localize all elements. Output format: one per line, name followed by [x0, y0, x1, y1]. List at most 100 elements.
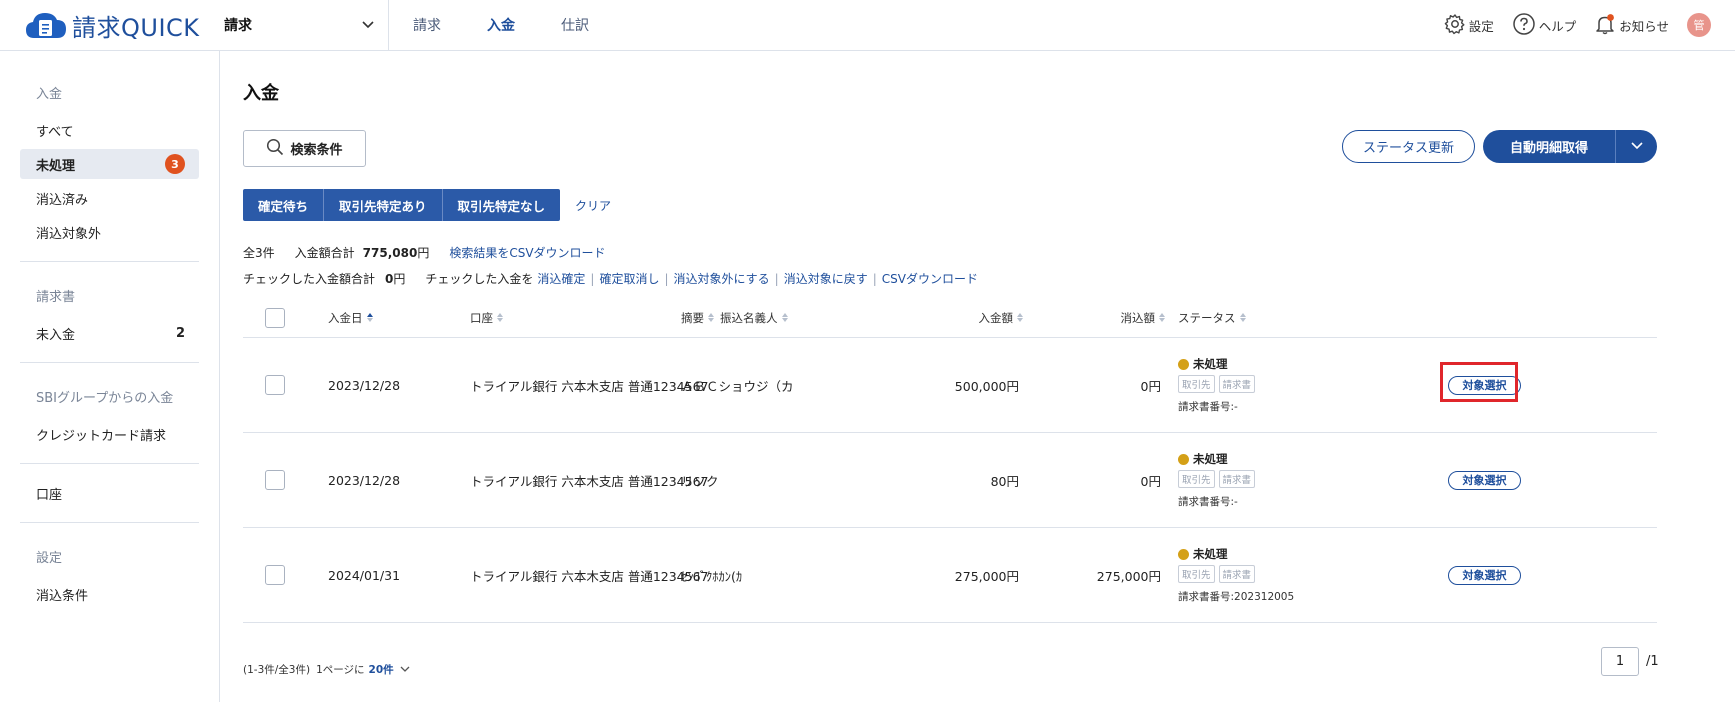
- status-tags: 取引先 請求書: [1178, 375, 1259, 393]
- result-range: (1-3件/全3件): [243, 664, 311, 676]
- sidebar-heading: 請求書: [36, 289, 76, 305]
- select-target-button[interactable]: 対象選択: [1448, 470, 1521, 490]
- page-number-input[interactable]: [1601, 647, 1639, 676]
- date-cell: 2023/12/28: [328, 472, 401, 488]
- filter-tab-pending[interactable]: 確定待ち: [243, 189, 325, 221]
- select-target-button[interactable]: 対象選択: [1448, 565, 1521, 585]
- nav-payment[interactable]: 入金: [487, 15, 541, 35]
- tag-invoice: 請求書: [1218, 470, 1256, 488]
- search-button-label: 検索条件: [290, 143, 343, 158]
- csv-download-link[interactable]: 検索結果をCSVダウンロード: [449, 244, 605, 261]
- auto-fetch-button[interactable]: 自動明細取得: [1483, 130, 1615, 163]
- action-cell: 対象選択: [1448, 528, 1521, 622]
- status-cell: 未処理 取引先 請求書 請求書番号:202312005: [1178, 528, 1294, 622]
- account-cell: トライアル銀行 六本木支店 普通1234567: [470, 473, 709, 489]
- settings-button[interactable]: 設定: [1444, 13, 1494, 38]
- checked-amount-unit: 円: [393, 272, 406, 286]
- per-page-select[interactable]: 20件: [369, 662, 394, 677]
- column-status[interactable]: ステータス: [1178, 298, 1246, 337]
- clear-filter-link[interactable]: クリア: [575, 197, 611, 214]
- column-memo[interactable]: 摘要: [681, 298, 714, 337]
- column-memo-label: 摘要: [681, 310, 704, 325]
- action-cancel-confirm[interactable]: 確定取消し: [599, 270, 659, 287]
- cleared-cell: 0円: [1140, 473, 1161, 489]
- product-select-value: 請求: [224, 18, 252, 34]
- sidebar-heading: SBIグループからの入金: [36, 390, 174, 406]
- row-checkbox[interactable]: [265, 565, 285, 585]
- select-all-cell: [265, 298, 285, 337]
- status-cell: 未処理 取引先 請求書 請求書番号:-: [1178, 338, 1259, 432]
- account-cell: トライアル銀行 六本木支店 普通1234567: [470, 568, 709, 584]
- column-cleared-label: 消込額: [1120, 310, 1156, 325]
- separator: |: [872, 271, 877, 286]
- notices-label: お知らせ: [1619, 18, 1669, 34]
- nav-invoice[interactable]: 請求: [413, 15, 467, 35]
- column-account[interactable]: 口座: [470, 298, 503, 337]
- column-payer[interactable]: 振込名義人: [720, 298, 788, 337]
- action-csv-download[interactable]: CSVダウンロード: [882, 270, 978, 287]
- select-all-checkbox[interactable]: [265, 307, 285, 328]
- auto-fetch-group: 自動明細取得: [1483, 130, 1657, 163]
- column-payer-label: 振込名義人: [720, 310, 778, 325]
- filter-tab-partner-unidentified[interactable]: 取引先特定なし: [442, 189, 561, 221]
- column-date[interactable]: 入金日: [328, 298, 373, 337]
- action-exclude[interactable]: 消込対象外にする: [674, 270, 770, 287]
- row-checkbox[interactable]: [265, 470, 285, 490]
- auto-fetch-dropdown[interactable]: [1615, 130, 1657, 163]
- product-select[interactable]: 請求: [224, 15, 374, 35]
- avatar[interactable]: 管: [1687, 13, 1711, 37]
- cloud-document-icon: [24, 10, 68, 40]
- sidebar-item-credit-card[interactable]: クレジットカード請求: [20, 419, 199, 449]
- amount-label: 入金額合計: [294, 246, 355, 260]
- sidebar-divider: [20, 362, 199, 363]
- status-tags: 取引先 請求書: [1178, 565, 1259, 583]
- status-update-button[interactable]: ステータス更新: [1342, 130, 1475, 163]
- column-amount[interactable]: 入金額: [933, 298, 1023, 337]
- tag-partner: 取引先: [1178, 470, 1215, 488]
- chevron-down-icon: [1630, 139, 1643, 154]
- sidebar-item-label: 消込済み: [36, 192, 89, 208]
- sidebar-item-unpaid[interactable]: 未入金 2: [20, 318, 199, 348]
- sidebar-item-accounts[interactable]: 口座: [20, 478, 199, 508]
- action-confirm-clearing[interactable]: 消込確定: [537, 270, 585, 287]
- help-button[interactable]: ヘルプ: [1512, 12, 1576, 39]
- tag-partner: 取引先: [1178, 565, 1215, 583]
- status-label: 未処理: [1193, 452, 1228, 466]
- sidebar-item-label: 消込対象外: [36, 226, 102, 242]
- sidebar-section-settings: 設定 消込条件: [0, 537, 219, 609]
- date-cell: 2023/12/28: [328, 377, 401, 393]
- nav-journal[interactable]: 仕訳: [561, 15, 615, 35]
- per-page-label: 1ページに: [316, 664, 365, 676]
- sidebar-item-unprocessed[interactable]: 未処理 3: [20, 149, 199, 179]
- summary-totals: 全3件 入金額合計 775,080 円 検索結果をCSVダウンロード: [243, 244, 606, 261]
- sidebar-item-label: 消込条件: [36, 588, 89, 604]
- filter-tab-partner-identified[interactable]: 取引先特定あり: [324, 189, 443, 221]
- action-restore[interactable]: 消込対象に戻す: [784, 270, 868, 287]
- row-checkbox-cell: [265, 528, 285, 622]
- header-divider: [388, 0, 389, 51]
- logo[interactable]: 請求QUICK: [24, 8, 199, 43]
- sidebar-item-clearing-rules[interactable]: 消込条件: [20, 579, 199, 609]
- column-cleared[interactable]: 消込額: [1063, 298, 1165, 337]
- payer-cell: ｾﾝｺﾞｸﾎｶﾝ(ｶ: [681, 568, 743, 584]
- status-line: 未処理: [1178, 546, 1228, 562]
- sort-icon: [708, 313, 714, 322]
- checked-amount-label: チェックした入金額合計: [243, 272, 376, 286]
- payer-cell: ＡＢＣショウジ（カ: [681, 378, 794, 394]
- sidebar-item-excluded[interactable]: 消込対象外: [20, 217, 199, 247]
- status-cell: 未処理 取引先 請求書 請求書番号:-: [1178, 433, 1259, 527]
- sidebar-item-cleared[interactable]: 消込済み: [20, 183, 199, 213]
- search-conditions-button[interactable]: 検索条件: [243, 130, 366, 167]
- row-checkbox[interactable]: [265, 375, 285, 395]
- status-dot-icon: [1178, 548, 1189, 560]
- payer-cell: リソク: [681, 473, 719, 489]
- account-cell: トライアル銀行 六本木支店 普通1234567: [470, 378, 709, 394]
- chevron-down-icon[interactable]: [400, 664, 410, 676]
- settings-label: 設定: [1468, 18, 1494, 34]
- sidebar: 入金 すべて 未処理 3 消込済み 消込対象外 請求書 未入金 2 SBIグルー…: [0, 51, 220, 702]
- invoice-number: 請求書番号:202312005: [1178, 591, 1295, 603]
- notices-button[interactable]: お知らせ: [1594, 13, 1669, 38]
- tag-invoice: 請求書: [1218, 375, 1256, 393]
- search-icon: [266, 138, 290, 160]
- sidebar-item-all[interactable]: すべて: [20, 115, 199, 145]
